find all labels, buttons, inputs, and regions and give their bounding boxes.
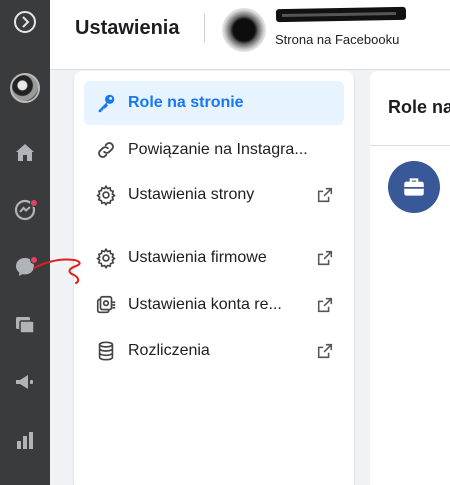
menu-item-business-settings[interactable]: Ustawienia firmowe bbox=[84, 236, 344, 280]
notification-dot bbox=[30, 199, 38, 207]
menu-item-page-roles[interactable]: Role na stronie bbox=[84, 81, 344, 125]
menu-item-label: Powiązanie na Instagra... bbox=[128, 141, 308, 158]
home-icon[interactable] bbox=[0, 133, 50, 173]
settings-menu: Role na stronie Powiązanie na Instagra..… bbox=[74, 71, 354, 485]
ads-account-icon bbox=[94, 293, 118, 317]
content-title: Role na bbox=[388, 97, 450, 117]
pages-icon[interactable] bbox=[0, 305, 50, 345]
menu-item-label: Ustawienia firmowe bbox=[128, 249, 267, 266]
gear-icon bbox=[94, 246, 118, 270]
content-divider bbox=[370, 145, 450, 146]
menu-item-label: Ustawienia konta re... bbox=[128, 296, 282, 313]
avatar[interactable] bbox=[0, 68, 50, 108]
page-subtitle: Strona na Facebooku bbox=[275, 32, 400, 47]
megaphone-icon[interactable] bbox=[0, 362, 50, 402]
notification-dot bbox=[30, 256, 38, 264]
menu-item-ad-account-settings[interactable]: Ustawienia konta re... bbox=[84, 283, 344, 327]
external-link-icon bbox=[317, 343, 333, 359]
key-icon bbox=[94, 91, 118, 115]
page-header: Ustawienia Strona na Facebooku bbox=[50, 0, 450, 70]
gear-icon bbox=[94, 183, 118, 207]
menu-item-page-settings[interactable]: Ustawienia strony bbox=[84, 173, 344, 217]
left-navigation-rail bbox=[0, 0, 50, 485]
external-link-icon bbox=[317, 297, 333, 313]
messenger-notifications-icon[interactable] bbox=[0, 190, 50, 230]
menu-item-billing[interactable]: Rozliczenia bbox=[84, 329, 344, 373]
page-avatar[interactable] bbox=[222, 8, 266, 52]
content-panel: Role na bbox=[370, 71, 450, 485]
menu-item-label: Role na stronie bbox=[128, 94, 244, 111]
external-link-icon bbox=[317, 250, 333, 266]
header-divider bbox=[204, 14, 205, 42]
briefcase-icon bbox=[388, 161, 440, 213]
insights-icon[interactable] bbox=[0, 420, 50, 460]
link-icon bbox=[94, 138, 118, 162]
chat-icon[interactable] bbox=[0, 247, 50, 287]
redacted-page-name bbox=[275, 6, 407, 23]
external-link-icon bbox=[317, 187, 333, 203]
menu-item-instagram-link[interactable]: Powiązanie na Instagra... bbox=[84, 128, 344, 172]
page-title: Ustawienia bbox=[75, 17, 180, 39]
logo-icon[interactable] bbox=[0, 2, 50, 42]
menu-item-label: Ustawienia strony bbox=[128, 186, 255, 203]
menu-item-label: Rozliczenia bbox=[128, 342, 210, 359]
billing-icon bbox=[94, 339, 118, 363]
